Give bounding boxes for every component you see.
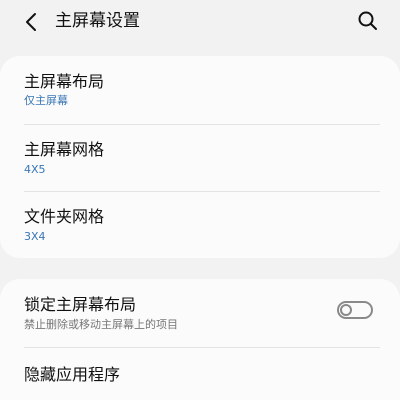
home-layout-value: 仅主屏幕 <box>24 94 68 107</box>
home-layout-item[interactable]: 主屏幕布局 仅主屏幕 <box>0 56 400 124</box>
search-button[interactable] <box>354 7 382 35</box>
app-header: 主屏幕设置 <box>0 0 400 44</box>
home-grid-value: 4X5 <box>24 163 46 176</box>
folder-grid-value: 3X4 <box>24 230 46 243</box>
lock-layout-toggle[interactable] <box>337 301 373 319</box>
layout-settings-card: 主屏幕布局 仅主屏幕 主屏幕网格 4X5 文件夹网格 3X4 <box>0 56 400 258</box>
home-layout-title: 主屏幕布局 <box>24 72 105 91</box>
folder-grid-title: 文件夹网格 <box>24 207 105 226</box>
toggle-knob <box>340 304 352 316</box>
lock-layout-item[interactable]: 锁定主屏幕布局 禁止删除或移动主屏幕上的项目 <box>0 279 400 347</box>
folder-grid-item[interactable]: 文件夹网格 3X4 <box>0 191 400 258</box>
page-title: 主屏幕设置 <box>55 11 140 31</box>
search-icon <box>358 11 377 30</box>
lock-layout-description: 禁止删除或移动主屏幕上的项目 <box>24 318 178 331</box>
home-screen-settings-page: 主屏幕设置 主屏幕布局 仅主屏幕 主屏幕网格 4X5 文件夹网格 3X4 锁定主… <box>0 0 400 400</box>
hide-apps-item[interactable]: 隐藏应用程序 <box>0 347 400 400</box>
home-grid-title: 主屏幕网格 <box>24 140 105 159</box>
back-button[interactable] <box>18 8 46 36</box>
hide-apps-title: 隐藏应用程序 <box>24 365 121 384</box>
lock-layout-title: 锁定主屏幕布局 <box>24 295 137 314</box>
lock-settings-card: 锁定主屏幕布局 禁止删除或移动主屏幕上的项目 隐藏应用程序 <box>0 279 400 400</box>
home-grid-item[interactable]: 主屏幕网格 4X5 <box>0 124 400 191</box>
chevron-left-icon <box>26 13 36 31</box>
